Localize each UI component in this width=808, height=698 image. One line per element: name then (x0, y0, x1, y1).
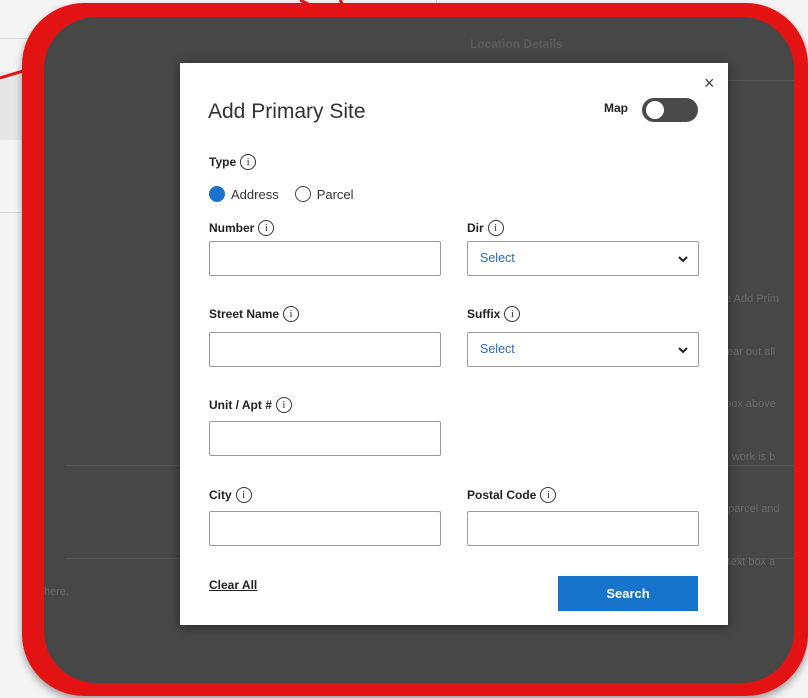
postal-code-input[interactable] (467, 511, 699, 546)
search-button[interactable]: Search (558, 576, 698, 611)
unit-apt-input[interactable] (209, 421, 441, 456)
street-name-label-text: Street Name (209, 307, 280, 321)
dir-label-text: Dir (467, 221, 484, 235)
unit-apt-label-text: Unit / Apt # (209, 398, 272, 412)
info-icon[interactable]: i (240, 154, 257, 170)
parcel-radio-label[interactable]: Parcel (317, 187, 354, 202)
address-radio[interactable] (209, 186, 225, 202)
chevron-down-icon (678, 256, 688, 263)
number-input[interactable] (209, 241, 441, 276)
street-name-input[interactable] (209, 332, 441, 367)
suffix-select-value: Select (480, 342, 515, 356)
city-label: City i (209, 487, 252, 503)
clear-all-link[interactable]: Clear All (209, 578, 257, 592)
type-label-text: Type (209, 155, 237, 169)
background-section-heading: Location Details (470, 37, 563, 51)
map-toggle-label: Map (604, 101, 628, 115)
address-radio-label[interactable]: Address (231, 187, 279, 202)
unit-apt-label: Unit / Apt # i (209, 397, 292, 413)
suffix-select[interactable]: Select (467, 332, 699, 367)
number-label: Number i (209, 220, 275, 236)
map-toggle[interactable] (642, 98, 698, 122)
chevron-down-icon (678, 347, 688, 354)
number-label-text: Number (209, 221, 255, 235)
type-label: Type i (209, 154, 257, 170)
background-footer-text: here. (44, 586, 70, 598)
dir-label: Dir i (467, 220, 504, 236)
suffix-label-text: Suffix (467, 307, 501, 321)
background-side-text: ue Add Prim clear out all t box above re… (719, 293, 780, 568)
info-icon[interactable]: i (275, 397, 292, 413)
street-name-label: Street Name i (209, 306, 300, 322)
postal-code-label-text: Postal Code (467, 488, 537, 502)
info-icon[interactable]: i (235, 487, 252, 503)
suffix-label: Suffix i (467, 306, 521, 322)
city-input[interactable] (209, 511, 441, 546)
dialog-title: Add Primary Site (208, 100, 366, 123)
info-icon[interactable]: i (540, 487, 557, 503)
postal-code-label: Postal Code i (467, 487, 557, 503)
close-icon[interactable]: × (704, 73, 715, 94)
info-icon[interactable]: i (283, 306, 300, 322)
info-icon[interactable]: i (258, 220, 275, 236)
add-primary-site-dialog: × Add Primary Site Map Type i Address Par… (180, 63, 728, 625)
dir-select-value: Select (480, 251, 515, 265)
parcel-radio[interactable] (294, 186, 311, 202)
dir-select[interactable]: Select (467, 241, 699, 276)
info-icon[interactable]: i (504, 306, 521, 322)
city-label-text: City (209, 488, 232, 502)
info-icon[interactable]: i (487, 220, 504, 236)
type-radio-group: Address Parcel (209, 186, 354, 202)
toggle-knob (646, 101, 664, 119)
